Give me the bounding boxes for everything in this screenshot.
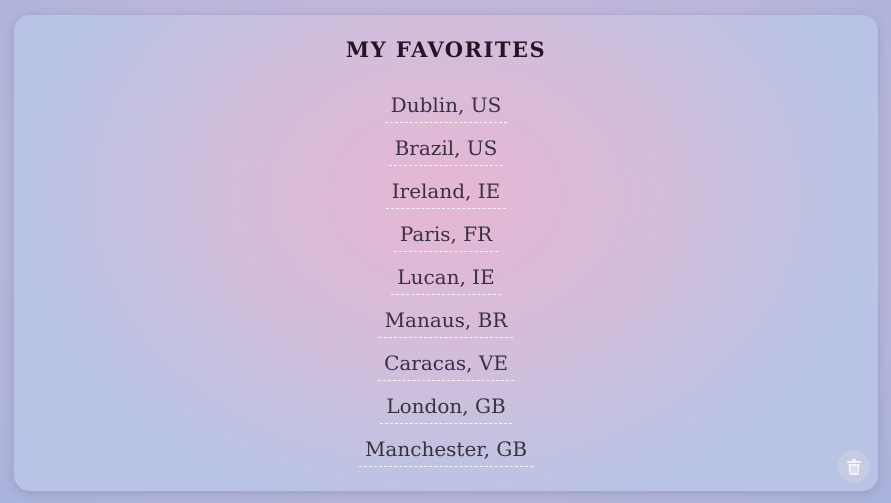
favorites-list: Dublin, US Brazil, US Ireland, IE Paris,… [14,88,878,475]
favorite-item-brazil[interactable]: Brazil, US [388,131,504,166]
favorite-item: Ireland, IE [385,174,507,217]
favorite-item: Paris, FR [393,217,499,260]
favorite-item: Manchester, GB [358,432,534,475]
favorite-item: Lucan, IE [391,260,501,303]
favorite-item: Dublin, US [384,88,508,131]
favorite-item: Caracas, VE [378,346,514,389]
favorite-item-manchester[interactable]: Manchester, GB [358,432,534,467]
favorite-item: Manaus, BR [378,303,514,346]
favorite-item: Brazil, US [388,131,504,174]
favorite-item-ireland[interactable]: Ireland, IE [385,174,507,209]
favorite-item-manaus[interactable]: Manaus, BR [378,303,514,338]
clear-favorites-button[interactable] [837,450,870,483]
favorites-panel: MY FAVORITES Dublin, US Brazil, US Irela… [14,15,878,491]
favorite-item-lucan[interactable]: Lucan, IE [391,260,501,295]
favorite-item-london[interactable]: London, GB [380,389,512,424]
favorite-item: London, GB [380,389,512,432]
favorite-item-paris[interactable]: Paris, FR [393,217,499,252]
trash-icon [846,458,861,475]
favorite-item-caracas[interactable]: Caracas, VE [378,346,514,381]
panel-title: MY FAVORITES [345,37,547,62]
favorite-item-dublin[interactable]: Dublin, US [384,88,508,123]
